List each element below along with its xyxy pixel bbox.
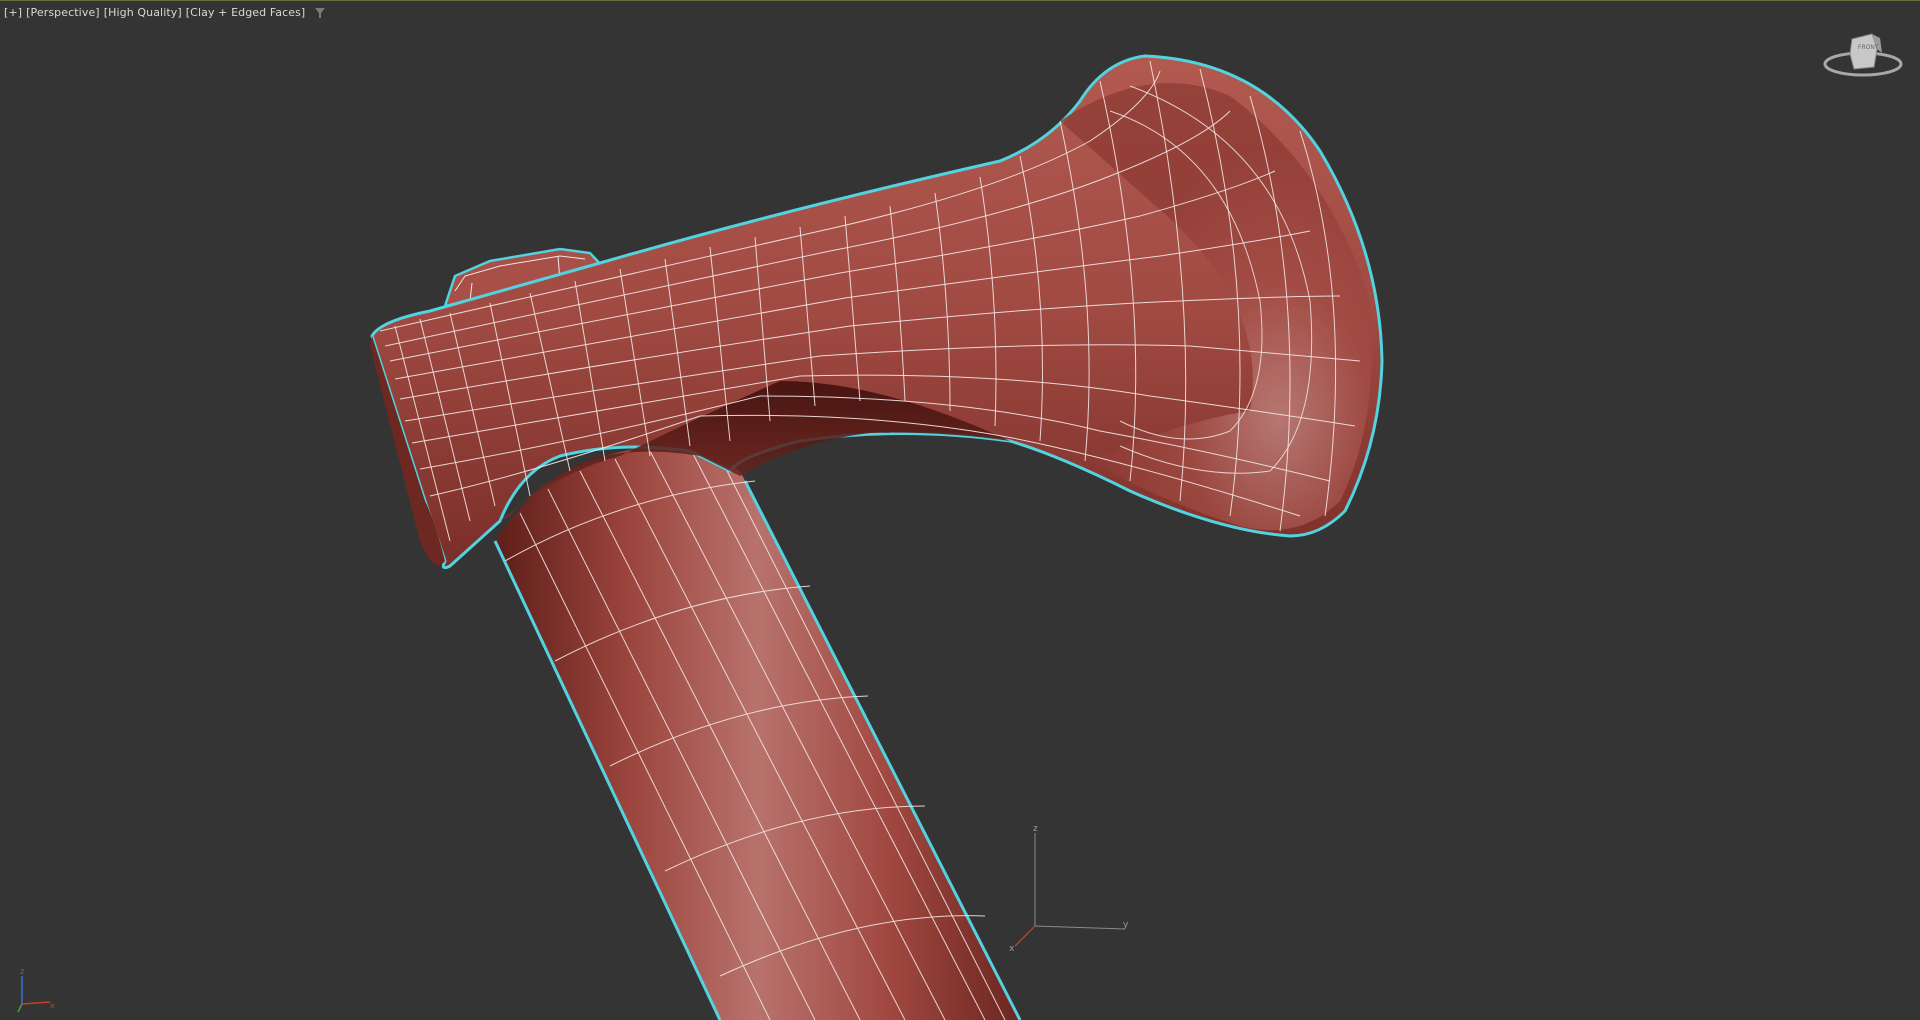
axe-model[interactable]	[0, 1, 1920, 1020]
perspective-viewport[interactable]: [+] [Perspective] [High Quality] [Clay +…	[0, 0, 1920, 1020]
world-axis-gizmo: z y x	[1009, 824, 1129, 954]
axe-handle[interactable]	[493, 445, 1022, 1020]
gizmo-y-label: y	[1123, 920, 1129, 930]
gizmo-z-label: z	[1033, 824, 1038, 834]
gizmo-x-label: x	[1009, 944, 1015, 954]
tripod-z-label: z	[20, 967, 24, 976]
tripod-x-label: x	[50, 1001, 55, 1010]
axe-head[interactable]	[370, 54, 1384, 570]
axis-tripod-icon: z x	[17, 967, 55, 1013]
viewcube[interactable]: FRONT	[1822, 29, 1904, 81]
viewcube-box[interactable]	[1849, 33, 1878, 70]
viewcube-face-label: FRONT	[1858, 44, 1879, 51]
